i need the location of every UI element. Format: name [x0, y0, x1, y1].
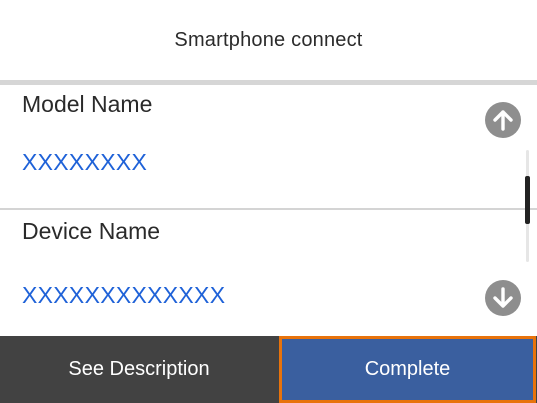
scroll-up-button[interactable]: [485, 102, 521, 138]
model-name-label: Model Name: [22, 91, 153, 117]
arrow-down-icon: [493, 287, 513, 308]
arrow-up-icon: [493, 110, 513, 131]
row-divider: [0, 208, 537, 210]
scrollbar-thumb[interactable]: [525, 176, 530, 224]
screen-title: Smartphone connect: [174, 28, 363, 51]
model-name-value: XXXXXXXX: [22, 149, 148, 175]
title-divider: [0, 80, 537, 85]
complete-button[interactable]: Complete: [279, 336, 536, 403]
scroll-down-button[interactable]: [485, 280, 521, 316]
see-description-button[interactable]: See Description: [0, 336, 278, 403]
device-name-label: Device Name: [22, 218, 161, 244]
smartphone-connect-screen: Smartphone connect Model Name XXXXXXXX D…: [0, 0, 537, 403]
device-name-value: XXXXXXXXXXXXX: [22, 282, 226, 308]
